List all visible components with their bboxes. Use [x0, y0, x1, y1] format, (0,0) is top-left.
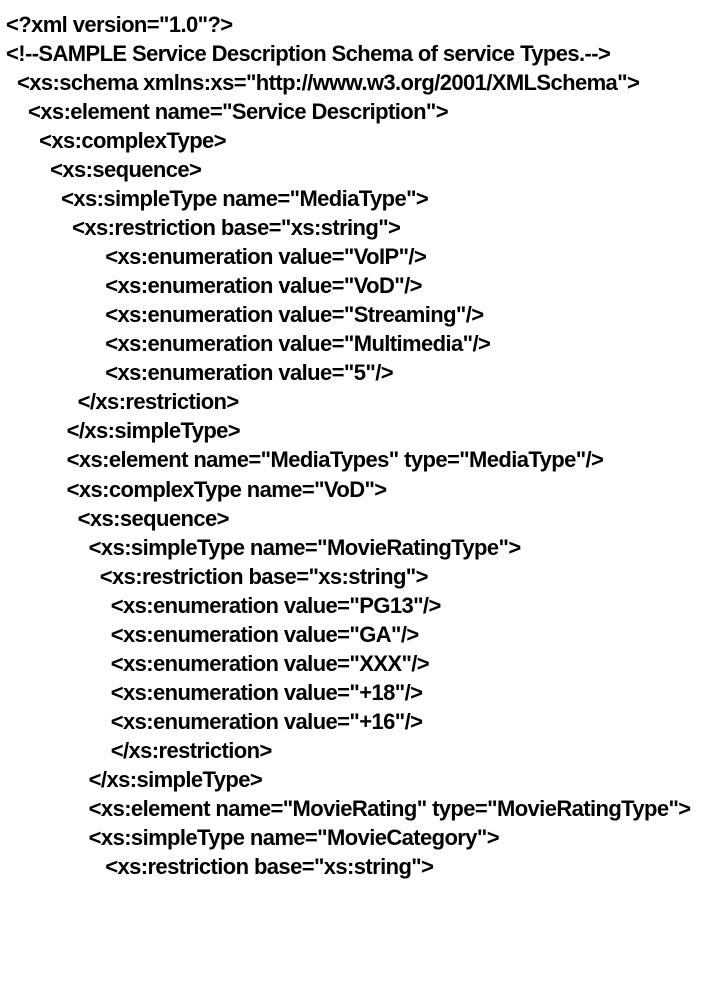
code-line: <xs:enumeration value="Streaming"/> [6, 300, 703, 329]
code-line: <xs:enumeration value="PG13"/> [6, 591, 703, 620]
code-line: <xs:schema xmlns:xs="http://www.w3.org/2… [6, 68, 703, 97]
xml-code-block: <?xml version="1.0"?><!--SAMPLE Service … [0, 0, 709, 891]
code-line: </xs:restriction> [6, 387, 703, 416]
code-line: <xs:enumeration value="XXX"/> [6, 649, 703, 678]
code-line: <xs:element name="MediaTypes" type="Medi… [6, 445, 703, 474]
code-line: <xs:complexType> [6, 126, 703, 155]
code-line: <xs:enumeration value="Multimedia"/> [6, 329, 703, 358]
code-line: <xs:sequence> [6, 504, 703, 533]
code-line: <xs:simpleType name="MovieCategory"> [6, 823, 703, 852]
code-line: </xs:restriction> [6, 736, 703, 765]
code-line: <xs:enumeration value="VoIP"/> [6, 242, 703, 271]
code-line: <xs:sequence> [6, 155, 703, 184]
code-line: </xs:simpleType> [6, 765, 703, 794]
code-line: <xs:enumeration value="5"/> [6, 358, 703, 387]
code-line: <?xml version="1.0"?> [6, 10, 703, 39]
code-line: <xs:restriction base="xs:string"> [6, 213, 703, 242]
code-line: <xs:complexType name="VoD"> [6, 475, 703, 504]
code-line: <xs:enumeration value="VoD"/> [6, 271, 703, 300]
code-line: <xs:simpleType name="MediaType"> [6, 184, 703, 213]
code-line: <xs:enumeration value="+18"/> [6, 678, 703, 707]
code-line: <xs:element name="Service Description"> [6, 97, 703, 126]
code-line: <!--SAMPLE Service Description Schema of… [6, 39, 703, 68]
code-line: <xs:element name="MovieRating" type="Mov… [6, 794, 703, 823]
code-line: <xs:enumeration value="GA"/> [6, 620, 703, 649]
code-line: <xs:restriction base="xs:string"> [6, 852, 703, 881]
code-line: <xs:simpleType name="MovieRatingType"> [6, 533, 703, 562]
code-line: </xs:simpleType> [6, 416, 703, 445]
code-line: <xs:enumeration value="+16"/> [6, 707, 703, 736]
code-line: <xs:restriction base="xs:string"> [6, 562, 703, 591]
